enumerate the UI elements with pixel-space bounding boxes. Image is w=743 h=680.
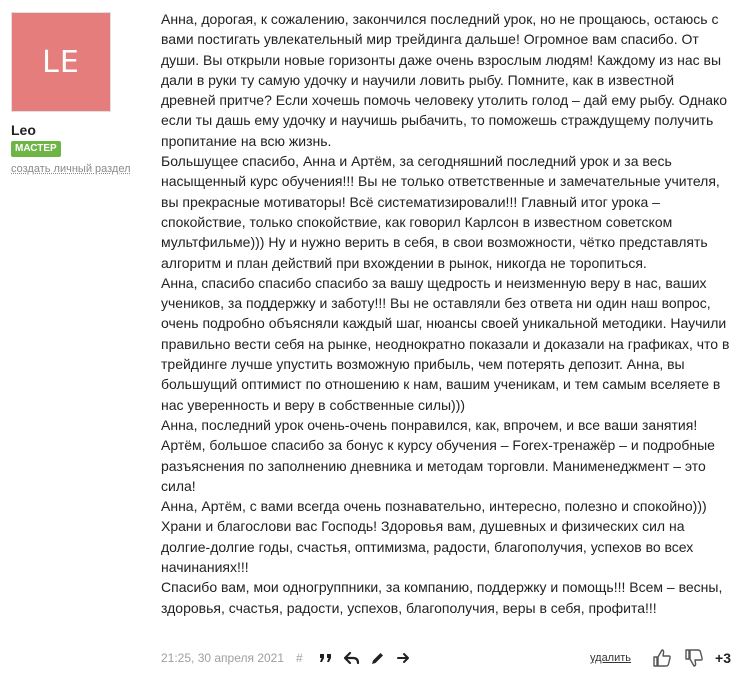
permalink-hash[interactable]: #	[296, 651, 303, 665]
message-paragraph: Анна, Артём, с вами всегда очень познава…	[161, 498, 707, 576]
author-name[interactable]: Leo	[11, 122, 141, 138]
forward-icon[interactable]	[395, 649, 413, 667]
message-footer: 21:25, 30 апреля 2021 # удалить +3	[161, 646, 731, 670]
message-paragraph: Спасибо вам, мои одногруппники, за компа…	[161, 579, 723, 616]
delete-link[interactable]: удалить	[590, 652, 631, 664]
avatar-initials: LE	[42, 44, 80, 80]
thumbs-up-icon[interactable]	[651, 647, 673, 669]
avatar[interactable]: LE	[11, 12, 111, 112]
thumbs-down-icon[interactable]	[683, 647, 705, 669]
rank-badge: МАСТЕР	[11, 141, 61, 157]
message-paragraph: Анна, дорогая, к сожалению, закончился п…	[161, 11, 728, 149]
message-paragraph: Анна, спасибо спасибо спасибо за вашу ще…	[161, 274, 730, 413]
message-paragraph: Анна, последний урок очень-очень понрави…	[161, 416, 715, 494]
edit-icon[interactable]	[369, 649, 387, 667]
create-section-link[interactable]: создать личный раздел	[11, 163, 141, 175]
quote-icon[interactable]	[317, 649, 335, 667]
reply-icon[interactable]	[343, 649, 361, 667]
message-paragraph: Большущее спасибо, Анна и Артём, за сего…	[161, 153, 720, 271]
vote-score: +3	[715, 650, 731, 666]
author-panel: LE Leo МАСТЕР создать личный раздел	[11, 12, 141, 175]
message-body: Анна, дорогая, к сожалению, закончился п…	[161, 9, 731, 618]
timestamp[interactable]: 21:25, 30 апреля 2021	[161, 651, 284, 665]
